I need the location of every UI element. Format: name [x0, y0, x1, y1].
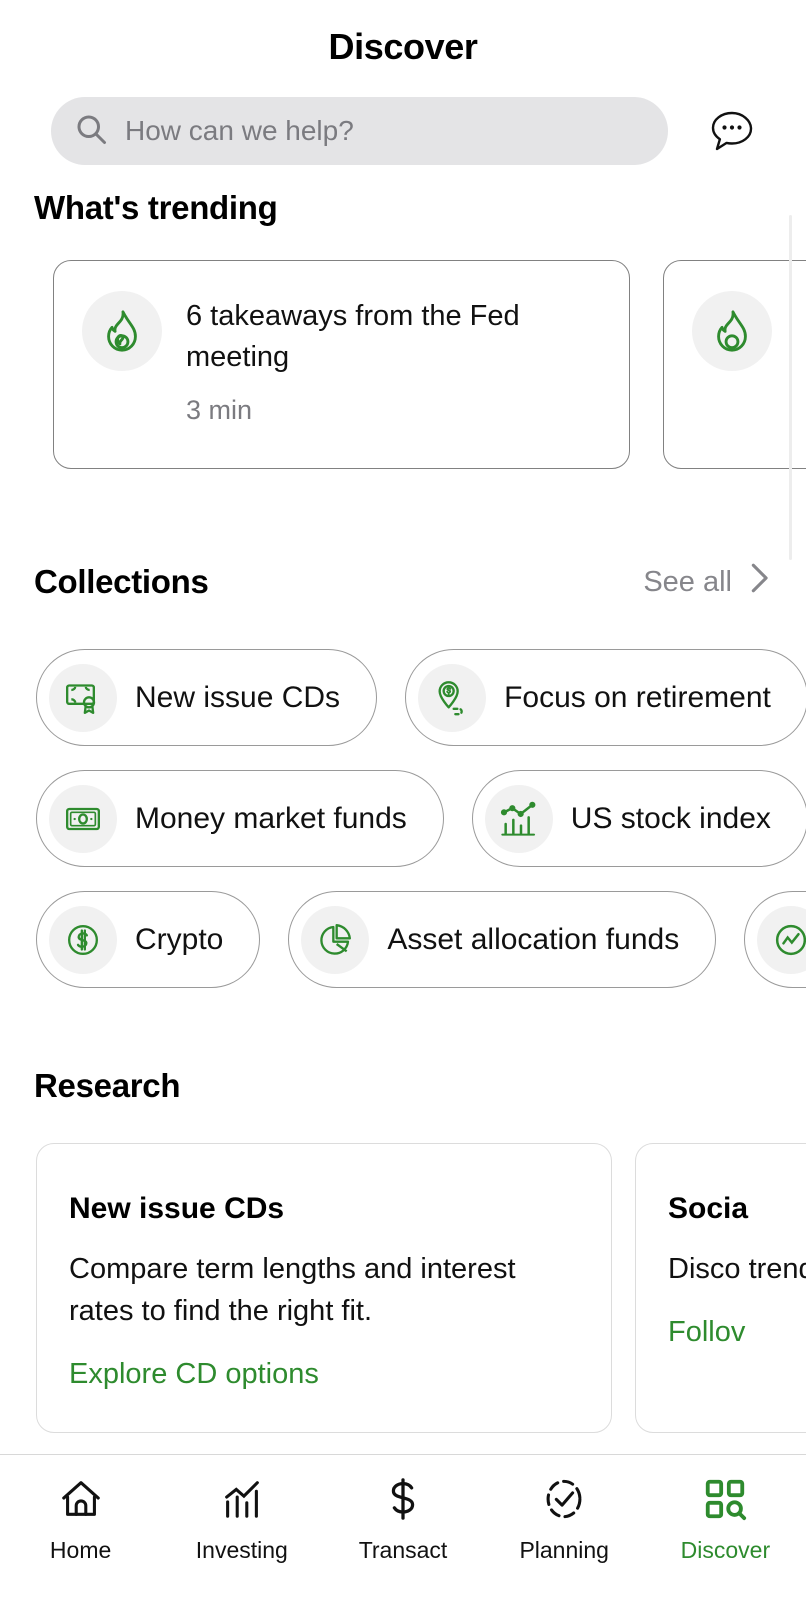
discover-grid-search-icon: [701, 1473, 749, 1525]
home-icon: [57, 1473, 105, 1525]
collection-chip-us-stock-index[interactable]: US stock index: [471, 770, 806, 867]
chip-label: Asset allocation funds: [387, 922, 680, 956]
flame-icon: [82, 291, 162, 371]
research-carousel[interactable]: New issue CDs Compare term lengths and i…: [0, 1143, 806, 1433]
tab-investing[interactable]: Investing: [161, 1473, 322, 1564]
trending-card-meta: 3 min: [186, 395, 253, 426]
chip-row[interactable]: Money market funds US stock index: [0, 770, 806, 867]
trending-card-title: 6 takeaways from the Fed meeting: [186, 300, 520, 374]
research-card[interactable]: New issue CDs Compare term lengths and i…: [36, 1143, 612, 1433]
collection-chip-new-issue-cds[interactable]: New issue CDs: [36, 649, 378, 746]
research-heading: Research: [34, 1067, 181, 1104]
dollar-sign-icon: [379, 1473, 427, 1525]
flame-icon: [692, 291, 772, 371]
chat-bubble-icon[interactable]: [706, 105, 758, 157]
collection-chip-asset-allocation-funds[interactable]: Asset allocation funds: [288, 891, 717, 988]
investing-chart-icon: [218, 1473, 266, 1525]
research-card-link[interactable]: Explore CD options: [69, 1358, 581, 1391]
search-input[interactable]: How can we help?: [51, 97, 668, 165]
search-row: How can we help?: [0, 97, 806, 165]
discover-screen: Discover How can we help? What's trendin…: [0, 0, 806, 1600]
trending-heading: What's trending: [34, 189, 278, 226]
tab-transact[interactable]: Transact: [322, 1473, 483, 1564]
line-chart-circle-icon: [757, 905, 806, 974]
tab-label: Investing: [195, 1537, 288, 1563]
tab-discover[interactable]: Discover: [645, 1473, 806, 1564]
banknote-icon: [49, 784, 117, 853]
chip-row[interactable]: New issue CDs Focus on retirement: [0, 649, 806, 746]
collection-chip-money-market-funds[interactable]: Money market funds: [36, 770, 444, 867]
search-placeholder: How can we help?: [125, 115, 354, 146]
pie-chart-icon: [301, 905, 370, 974]
chip-row[interactable]: Crypto Asset allocation funds: [0, 891, 806, 988]
trending-carousel[interactable]: 6 takeaways from the Fed meeting 3 min: [0, 260, 806, 470]
research-card-title: Socia: [668, 1192, 749, 1225]
search-icon: [73, 111, 109, 152]
research-card[interactable]: Socia Disco trendi Follov: [635, 1143, 806, 1433]
tab-label: Transact: [358, 1537, 448, 1563]
chip-label: Crypto: [135, 922, 224, 956]
crypto-coin-icon: [49, 905, 117, 974]
tab-planning[interactable]: Planning: [484, 1473, 645, 1564]
tab-home[interactable]: Home: [0, 1473, 161, 1564]
chevron-right-icon: [746, 561, 772, 603]
tab-label: Planning: [519, 1537, 609, 1563]
collection-chip-crypto[interactable]: Crypto: [36, 891, 261, 988]
bar-line-chart-icon: [484, 784, 553, 853]
chip-label: New issue CDs: [135, 680, 341, 714]
see-all-link[interactable]: See all: [643, 561, 772, 603]
see-all-label: See all: [643, 565, 732, 598]
planning-check-icon: [540, 1473, 588, 1525]
pin-dollar-icon: [418, 663, 487, 732]
page-title: Discover: [328, 26, 478, 67]
research-card-body: Compare term lengths and interest rates …: [69, 1253, 516, 1328]
research-card-link[interactable]: Follov: [668, 1316, 806, 1349]
chip-label: Focus on retirement: [504, 680, 771, 714]
collections-section-header: Collections See all: [0, 561, 806, 603]
certificate-icon: [49, 663, 117, 732]
collection-chip-partial[interactable]: [744, 891, 806, 988]
research-section-header: Research: [0, 1067, 806, 1105]
collections-heading: Collections: [34, 563, 209, 600]
tab-label: Home: [49, 1537, 112, 1563]
bottom-tab-bar: Home Investing Transact Planning Discove…: [0, 1454, 806, 1600]
research-card-title: New issue CDs: [69, 1192, 285, 1225]
tab-label: Discover: [680, 1537, 771, 1563]
trending-section-header: What's trending: [0, 189, 806, 227]
chip-label: US stock index: [570, 801, 771, 835]
chip-label: Money market funds: [135, 801, 407, 835]
vertical-scrollbar[interactable]: [789, 215, 792, 560]
research-card-body: Disco trendi: [668, 1253, 806, 1285]
trending-card[interactable]: 6 takeaways from the Fed meeting 3 min: [53, 260, 630, 469]
collections-chip-rows: New issue CDs Focus on retirement Money …: [0, 649, 806, 988]
collection-chip-focus-on-retirement[interactable]: Focus on retirement: [405, 649, 806, 746]
trending-card[interactable]: [663, 260, 806, 469]
